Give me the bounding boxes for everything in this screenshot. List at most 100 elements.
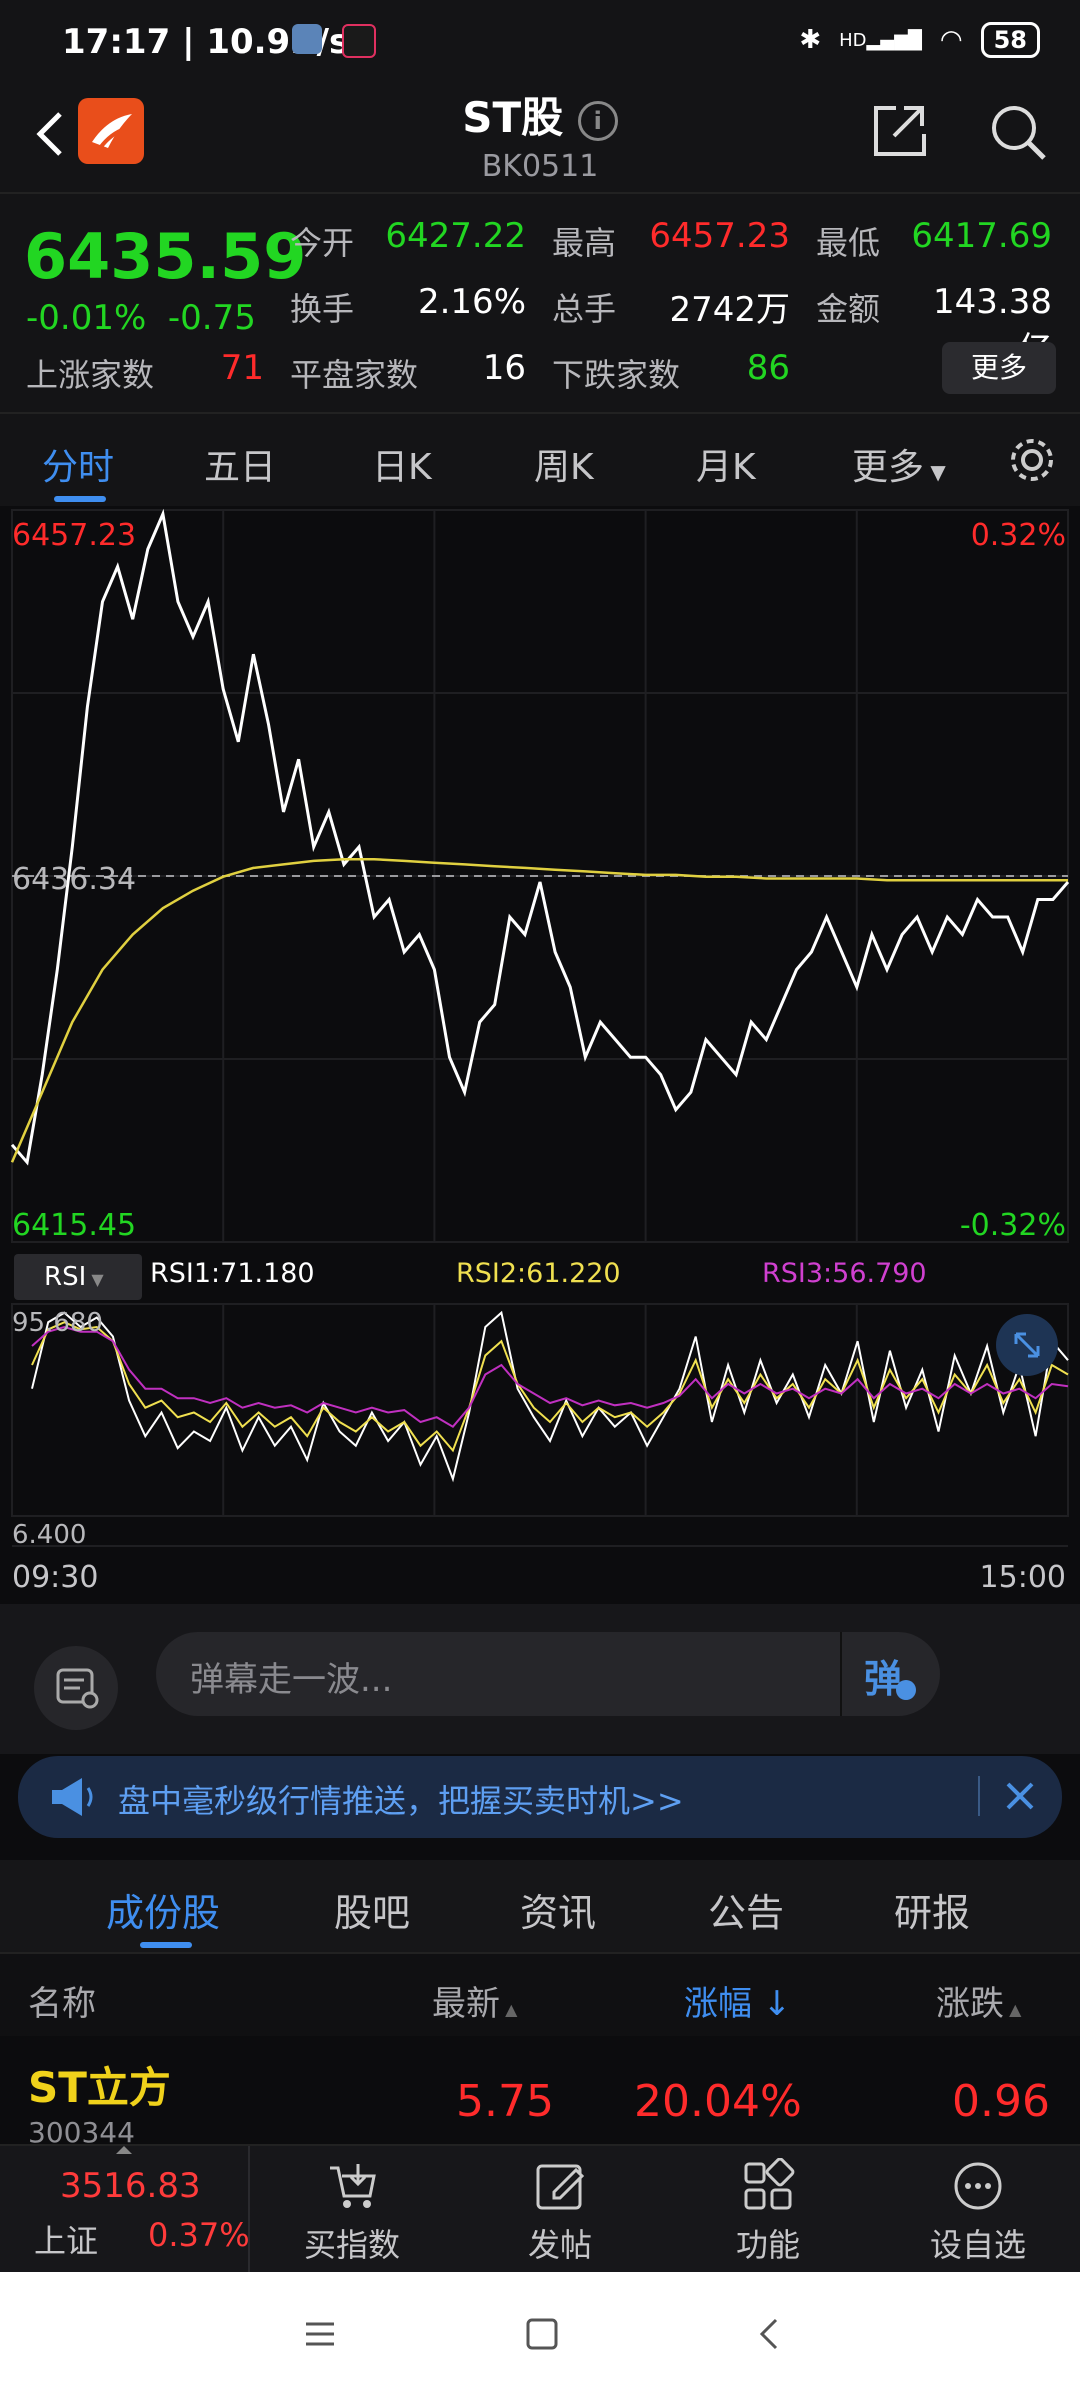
rsi1-legend: RSI1:71.180: [150, 1258, 315, 1289]
danmaku-send-button[interactable]: 弹: [840, 1632, 940, 1716]
settings-gear-icon[interactable]: [1006, 434, 1058, 486]
current-price: 6435.59: [24, 220, 307, 293]
home-icon[interactable]: [524, 2316, 560, 2352]
col-chg[interactable]: 涨跌 ▲: [936, 1976, 1021, 2025]
rsi3-legend: RSI3:56.790: [762, 1258, 927, 1289]
table-row[interactable]: ST立方 300344 5.75 20.04% 0.96: [0, 2036, 1080, 2149]
header: ST股 i BK0511: [0, 84, 1080, 192]
tab-news[interactable]: 资讯: [520, 1882, 596, 1937]
table-header: 名称 最新 ▲ 涨幅 ↓ 涨跌 ▲: [0, 1952, 1080, 2038]
back-nav-icon[interactable]: [752, 2316, 788, 2352]
col-latest[interactable]: 最新 ▲: [432, 1976, 517, 2025]
tab-underline: [54, 496, 106, 502]
price-mid-label: 6436.34: [12, 862, 137, 897]
banner-text: 盘中毫秒级行情推送，把握买卖时机>>: [118, 1782, 684, 1820]
quote-panel: 6435.59 -0.01% -0.75 上涨家数 71 今开 6427.22 …: [0, 192, 1080, 412]
constituent-tabs: 成份股 股吧 资讯 公告 研报: [0, 1860, 1080, 1952]
danmaku-list-icon: [56, 1668, 99, 1709]
rsi2-legend: RSI2:61.220: [456, 1258, 621, 1289]
ctab-underline: [140, 1942, 192, 1948]
tab-daily-k[interactable]: 日K: [372, 438, 432, 490]
turnover-label: 换手: [290, 290, 355, 328]
volume-value: 2742万: [669, 290, 790, 330]
stock-pct: 20.04%: [634, 2076, 802, 2127]
low-label: 最低: [816, 224, 881, 262]
more-stats-button[interactable]: 更多: [942, 342, 1056, 394]
menu-icon[interactable]: [302, 2316, 338, 2352]
index-value: 3516.83: [60, 2166, 201, 2206]
tab-five-day[interactable]: 五日: [204, 438, 276, 490]
price-series-line-0: [10, 508, 1070, 1166]
time-end-label: 15:00: [979, 1560, 1066, 1595]
stock-name: ST立方: [28, 2063, 171, 2112]
col-pct[interactable]: 涨幅 ↓: [684, 1976, 791, 2025]
search-icon[interactable]: [986, 100, 1050, 164]
price-top-label: 6457.23: [12, 518, 137, 553]
close-icon[interactable]: [1000, 1776, 1040, 1816]
dropdown-icon: ▼: [924, 460, 946, 484]
chart-tabs: 分时 五日 日K 周K 月K 更多 ▼: [0, 412, 1080, 508]
edit-icon: [536, 2164, 585, 2210]
tab-constituents[interactable]: 成份股: [106, 1882, 220, 1937]
time-start-label: 09:30: [12, 1560, 99, 1595]
nav-add-watchlist[interactable]: 设自选: [898, 2158, 1058, 2266]
rsi-bottom-label: 6.400: [12, 1520, 87, 1550]
nav-buy-index[interactable]: 买指数: [272, 2158, 432, 2266]
price-change: -0.01% -0.75: [26, 298, 256, 338]
nav-post[interactable]: 发帖: [480, 2158, 640, 2266]
indicator-select[interactable]: RSI ▼: [14, 1254, 142, 1300]
tab-forum[interactable]: 股吧: [334, 1882, 410, 1937]
dropdown-icon: ▼: [86, 1270, 104, 1289]
status-right: ✱ HD▂▄▆█ ◠ 58: [799, 22, 1040, 58]
up-count: 71: [220, 348, 264, 388]
high-label: 最高: [552, 224, 617, 262]
turnover-value: 2.16%: [417, 282, 526, 322]
index-pct: 0.37%: [148, 2216, 250, 2254]
bluetooth-icon: ✱: [799, 25, 822, 55]
sort-icon: ▲: [1004, 2000, 1022, 2019]
rsi-series-line-0: [31, 1310, 1069, 1483]
tab-weekly-k[interactable]: 周K: [534, 438, 594, 490]
expand-up-icon: [116, 2146, 132, 2154]
rsi-series-line-1: [31, 1321, 1069, 1453]
cart-icon: [330, 2164, 376, 2208]
tab-intraday[interactable]: 分时: [42, 438, 114, 490]
check-badge-icon: [896, 1680, 916, 1700]
tab-monthly-k[interactable]: 月K: [696, 438, 756, 490]
status-bar: 17:17 | 10.9K/s ✱ HD▂▄▆█ ◠ 58: [0, 0, 1080, 84]
tab-announcements[interactable]: 公告: [708, 1882, 784, 1937]
pct-bottom-label: -0.32%: [959, 1208, 1066, 1243]
promo-banner[interactable]: 盘中毫秒级行情推送，把握买卖时机>>: [18, 1756, 1062, 1838]
more-circle-icon: [954, 2162, 1002, 2210]
expand-chart-button[interactable]: [996, 1314, 1058, 1376]
price-bottom-label: 6415.45: [12, 1208, 137, 1243]
danmaku-input[interactable]: 弹幕走一波... 弹: [156, 1632, 940, 1716]
rsi-top-label: 95.680: [12, 1308, 103, 1338]
page-title: ST股 i: [462, 84, 618, 145]
danmaku-list-button[interactable]: [34, 1646, 118, 1730]
volume-label: 总手: [552, 290, 617, 328]
signal-icon: HD▂▄▆█: [839, 29, 922, 51]
index-ticker[interactable]: 3516.83 上证 0.37%: [0, 2146, 250, 2272]
price-series-line-1: [10, 857, 1068, 1163]
share-icon[interactable]: [870, 100, 930, 160]
chart-svg[interactable]: [0, 506, 1080, 1606]
expand-icon: [1014, 1332, 1040, 1358]
battery-indicator: 58: [980, 22, 1040, 58]
danmaku-placeholder: 弹幕走一波...: [190, 1660, 393, 1700]
open-value: 6427.22: [385, 216, 526, 256]
chart-area: 6457.23 0.32% 6436.34 6415.45 -0.32% RSI…: [0, 506, 1080, 1606]
banner-divider: [978, 1776, 980, 1816]
nav-functions[interactable]: 功能: [688, 2158, 848, 2266]
grid-icon: [744, 2158, 795, 2210]
low-value: 6417.69: [911, 216, 1052, 256]
high-value: 6457.23: [649, 216, 790, 256]
flat-count-label: 平盘家数: [290, 356, 419, 394]
settings-notification-icon: [292, 24, 322, 54]
info-icon[interactable]: i: [577, 100, 618, 141]
sort-desc-icon: ↓: [752, 1984, 792, 2024]
danmaku-bar: 弹幕走一波... 弹: [0, 1604, 1080, 1754]
tab-more[interactable]: 更多 ▼: [852, 438, 946, 490]
tab-research[interactable]: 研报: [894, 1882, 970, 1937]
flat-count: 16: [482, 348, 526, 388]
